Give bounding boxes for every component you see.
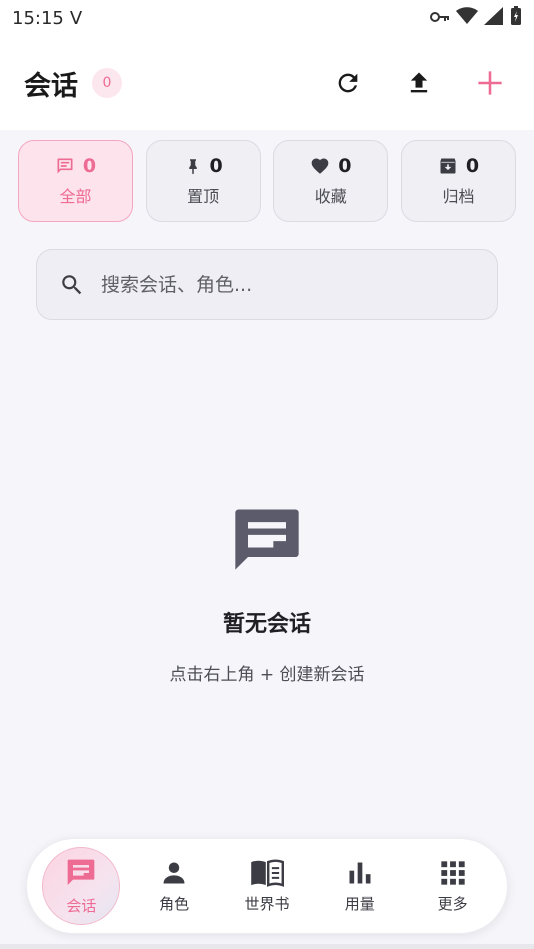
book-icon — [251, 858, 284, 887]
chat-icon — [68, 859, 95, 885]
filter-count: 0 — [338, 155, 352, 177]
nav-item-characters[interactable]: 角色 — [135, 847, 213, 925]
app-header: 会话 0 — [0, 36, 534, 130]
filter-label: 归档 — [442, 187, 475, 206]
wifi-icon — [456, 7, 478, 29]
nav-label: 会话 — [66, 896, 97, 915]
bar-chart-icon — [349, 862, 371, 883]
filter-count: 0 — [82, 155, 97, 177]
bottom-navigation: 会话 角色 世界书 用量 更多 — [26, 838, 508, 934]
key-icon — [430, 9, 450, 28]
gesture-bar — [0, 944, 534, 949]
add-conversation-button[interactable] — [470, 63, 510, 103]
pin-icon — [188, 159, 197, 175]
empty-state-title: 暂无会话 — [222, 612, 311, 637]
filter-label: 置顶 — [187, 187, 220, 206]
archive-icon — [440, 158, 456, 174]
heart-icon — [311, 158, 329, 174]
search-input[interactable] — [101, 273, 461, 296]
search-icon — [62, 274, 82, 294]
empty-state-subtitle: 点击右上角 + 创建新会话 — [169, 665, 365, 685]
filter-count: 0 — [209, 155, 223, 177]
app-screen: 15:15 V 会话 0 0 全部 0 置顶 0 收藏 0 归档 搜索会话、角色… — [0, 0, 534, 949]
filter-count: 0 — [465, 155, 480, 177]
nav-label: 用量 — [344, 894, 375, 913]
import-button[interactable] — [399, 63, 439, 103]
carrier-icon: V — [69, 7, 83, 29]
nav-label: 世界书 — [244, 894, 290, 913]
nav-item-more[interactable]: 更多 — [414, 847, 492, 925]
nav-item-usage[interactable]: 用量 — [321, 847, 399, 925]
filter-label: 收藏 — [314, 187, 347, 206]
chat-icon — [57, 158, 73, 174]
person-icon — [163, 862, 185, 883]
nav-item-worldbook[interactable]: 世界书 — [228, 847, 306, 925]
grid-icon — [440, 860, 465, 885]
upload-icon — [410, 72, 428, 93]
conversation-count-badge: 0 — [92, 68, 122, 98]
empty-state: 暂无会话 点击右上角 + 创建新会话 — [0, 500, 534, 685]
filter-chips: 0 全部 0 置顶 0 收藏 0 归档 — [18, 140, 516, 222]
plus-icon — [478, 71, 502, 95]
status-bar: 15:15 V — [0, 0, 534, 36]
status-time: 15:15 — [12, 7, 64, 29]
filter-chip-favorites[interactable]: 0 收藏 — [273, 140, 389, 222]
filter-chip-archived[interactable]: 0 归档 — [400, 140, 516, 222]
filter-chip-all[interactable]: 0 全部 — [18, 140, 133, 222]
filter-chip-pinned[interactable]: 0 置顶 — [145, 140, 261, 222]
nav-label: 更多 — [437, 894, 468, 913]
search-bar[interactable] — [36, 249, 498, 320]
battery-icon — [510, 6, 522, 30]
nav-item-chats[interactable]: 会话 — [42, 847, 121, 925]
nav-label: 角色 — [159, 894, 190, 913]
empty-chat-icon — [235, 509, 299, 570]
filter-label: 全部 — [59, 187, 92, 206]
refresh-icon — [338, 73, 358, 93]
refresh-button[interactable] — [328, 63, 368, 103]
page-title: 会话 — [24, 70, 78, 102]
signal-icon — [484, 7, 504, 29]
